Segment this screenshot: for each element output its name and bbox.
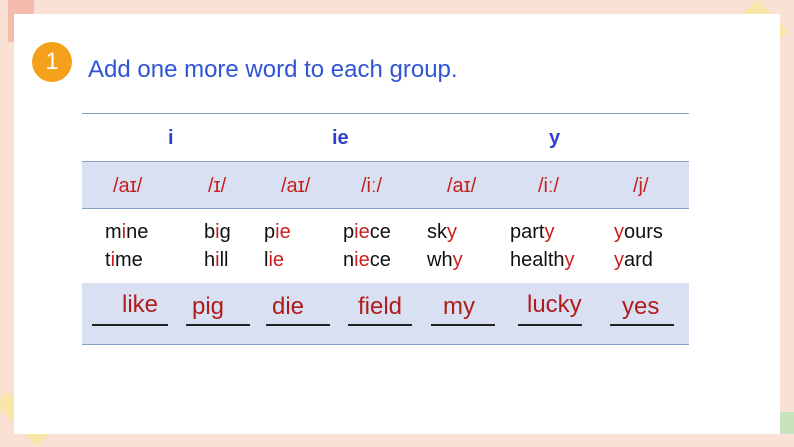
phonetic-cell: /iː/: [538, 175, 560, 197]
example-word: mine: [105, 221, 149, 243]
answer-blank: [92, 324, 168, 326]
phonetic-row: /aɪ/ /ɪ/ /aɪ/ /iː/ /aɪ/ /iː/ /j/: [82, 162, 689, 208]
answer-blank: [266, 324, 330, 326]
answer-blank: [610, 324, 674, 326]
example-word: time: [105, 249, 143, 271]
example-word: party: [510, 221, 555, 243]
answer-word: yes: [622, 293, 660, 320]
answer-row: like pig die field my lucky yes: [82, 283, 689, 345]
example-word: healthy: [510, 249, 575, 271]
example-word: niece: [343, 249, 391, 271]
answer-word: die: [272, 293, 305, 320]
example-words-column: mine time: [105, 218, 148, 274]
phonetic-rule: [82, 208, 689, 209]
example-words-column: sky why: [427, 218, 463, 274]
example-word: sky: [427, 221, 457, 243]
answer-word: pig: [192, 293, 225, 320]
example-words-column: big hill: [204, 218, 231, 274]
header-y: y: [549, 127, 561, 149]
example-words-column: pie lie: [264, 218, 291, 274]
header-ie: ie: [332, 127, 349, 149]
header-i: i: [168, 127, 174, 149]
answer-blank: [348, 324, 412, 326]
answer-word: my: [443, 293, 475, 320]
answer-blank: [518, 324, 582, 326]
answer-blank: [431, 324, 495, 326]
example-word: piece: [343, 221, 391, 243]
phonetic-cell: /aɪ/: [113, 175, 143, 197]
answer-word: lucky: [527, 291, 582, 318]
example-word: big: [204, 221, 231, 243]
phonetic-cell: /iː/: [361, 175, 383, 197]
phonetic-cell: /j/: [633, 175, 649, 197]
answer-word: field: [358, 293, 403, 320]
example-word: pie: [264, 221, 291, 243]
phonetic-cell: /ɪ/: [208, 175, 227, 197]
example-words-column: piece niece: [343, 218, 391, 274]
header-row: i ie y: [82, 113, 689, 161]
example-words-column: party healthy: [510, 218, 575, 274]
phonetic-cell: /aɪ/: [281, 175, 311, 197]
phonetic-cell: /aɪ/: [447, 175, 477, 197]
step-number-badge: 1: [32, 42, 72, 82]
phonics-table: i ie y /aɪ/ /ɪ/ /aɪ/ /iː/ /aɪ/ /iː/ /j/ …: [82, 113, 689, 345]
example-words-column: yours yard: [614, 218, 663, 274]
table-bottom-rule: [82, 344, 689, 345]
example-word: lie: [264, 249, 285, 271]
answer-word: like: [122, 291, 159, 318]
example-word: hill: [204, 249, 229, 271]
example-word: why: [427, 249, 463, 271]
instruction-text: Add one more word to each group.: [88, 56, 458, 83]
example-word: yours: [614, 221, 663, 243]
example-word: yard: [614, 249, 653, 271]
answer-blank: [186, 324, 250, 326]
